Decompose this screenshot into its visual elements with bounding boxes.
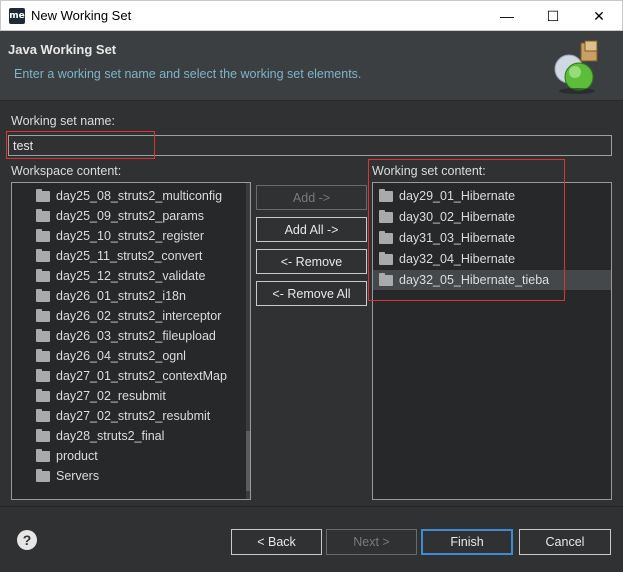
finish-button[interactable]: Finish (421, 529, 513, 555)
folder-icon (36, 328, 50, 342)
window-titlebar: me New Working Set — ☐ ✕ (0, 0, 623, 31)
list-item-label: day25_09_struts2_params (56, 209, 205, 223)
list-item-label: day26_04_struts2_ognl (56, 349, 186, 363)
list-item[interactable]: day25_09_struts2_params (12, 206, 250, 226)
minimize-button[interactable]: — (484, 1, 530, 31)
folder-icon (36, 188, 50, 202)
working-set-name-label: Working set name: (11, 114, 115, 128)
remove-all-button[interactable]: <- Remove All (256, 281, 367, 306)
list-item-label: day26_02_struts2_interceptor (56, 309, 222, 323)
list-item-label: day32_05_Hibernate_tieba (399, 273, 550, 287)
folder-icon (36, 408, 50, 422)
list-item-label: day27_01_struts2_contextMap (56, 369, 227, 383)
list-item-label: day25_12_struts2_validate (56, 269, 206, 283)
workspace-content-label: Workspace content: (11, 164, 122, 178)
list-item[interactable]: day31_03_Hibernate (373, 228, 611, 248)
remove-button[interactable]: <- Remove (256, 249, 367, 274)
working-set-content-label: Working set content: (372, 164, 486, 178)
cancel-button[interactable]: Cancel (519, 529, 611, 555)
list-item-label: day25_10_struts2_register (56, 229, 205, 243)
folder-icon (379, 230, 393, 244)
folder-icon (36, 448, 50, 462)
list-item-label: day31_03_Hibernate (399, 231, 516, 245)
list-item[interactable]: day25_10_struts2_register (12, 226, 250, 246)
list-item[interactable]: day26_01_struts2_i18n (12, 286, 250, 306)
folder-icon (36, 388, 50, 402)
folder-icon (36, 288, 50, 302)
window-title: New Working Set (31, 8, 132, 23)
folder-icon (36, 348, 50, 362)
list-item[interactable]: day26_02_struts2_interceptor (12, 306, 250, 326)
back-button[interactable]: < Back (231, 529, 322, 555)
list-item-label: Servers (56, 469, 100, 483)
folder-icon (36, 428, 50, 442)
folder-icon (36, 228, 50, 242)
list-item-label: day27_02_resubmit (56, 389, 166, 403)
list-item-label: day26_03_struts2_fileupload (56, 329, 216, 343)
list-item-label: day30_02_Hibernate (399, 210, 516, 224)
folder-icon (36, 368, 50, 382)
list-item-label: day26_01_struts2_i18n (56, 289, 186, 303)
list-item-label: day25_08_struts2_multiconfig (56, 189, 223, 203)
add-button[interactable]: Add -> (256, 185, 367, 210)
window-controls: — ☐ ✕ (484, 1, 622, 31)
banner-title: Java Working Set (8, 42, 117, 57)
list-item[interactable]: Servers (12, 466, 250, 486)
folder-icon (36, 468, 50, 482)
folder-icon (36, 208, 50, 222)
list-item[interactable]: day32_04_Hibernate (373, 249, 611, 269)
folder-icon (379, 209, 393, 223)
folder-icon (379, 251, 393, 265)
wizard-banner: Java Working Set Enter a working set nam… (0, 31, 623, 101)
working-set-content-list[interactable]: day29_01_Hibernate day30_02_Hibernate day3… (372, 182, 612, 500)
list-item[interactable]: day27_01_struts2_contextMap (12, 366, 250, 386)
folder-icon (379, 188, 393, 202)
folder-icon (36, 248, 50, 262)
list-item[interactable]: day26_03_struts2_fileupload (12, 326, 250, 346)
close-button[interactable]: ✕ (576, 1, 622, 31)
folder-icon (36, 268, 50, 282)
folder-icon (36, 308, 50, 322)
working-set-graphic-icon (554, 40, 598, 94)
list-item[interactable]: day29_01_Hibernate (373, 186, 611, 206)
list-item[interactable]: day32_05_Hibernate_tieba (373, 270, 611, 290)
app-icon: me (9, 7, 25, 24)
list-item[interactable]: day25_08_struts2_multiconfig (12, 186, 250, 206)
list-item-label: day32_04_Hibernate (399, 252, 516, 266)
list-item[interactable]: day30_02_Hibernate (373, 207, 611, 227)
list-item-label: day27_02_struts2_resubmit (56, 409, 211, 423)
list-item[interactable]: day27_02_struts2_resubmit (12, 406, 250, 426)
help-icon[interactable]: ? (17, 530, 37, 550)
list-item-label: day28_struts2_final (56, 429, 165, 443)
workspace-content-list[interactable]: day25_08_struts2_multiconfig day25_09_str… (11, 182, 251, 500)
list-item[interactable]: day26_04_struts2_ognl (12, 346, 250, 366)
maximize-button[interactable]: ☐ (530, 1, 576, 31)
list-item-label: product (56, 449, 98, 463)
folder-icon (379, 272, 393, 286)
list-item-label: day25_11_struts2_convert (56, 249, 203, 263)
list-item[interactable]: day28_struts2_final (12, 426, 250, 446)
list-item[interactable]: product (12, 446, 250, 466)
next-button[interactable]: Next > (326, 529, 417, 555)
list-item-label: day29_01_Hibernate (399, 189, 516, 203)
working-set-name-input[interactable] (8, 135, 612, 156)
add-all-button[interactable]: Add All -> (256, 217, 367, 242)
list-item[interactable]: day25_12_struts2_validate (12, 266, 250, 286)
banner-description: Enter a working set name and select the … (14, 67, 362, 81)
list-item[interactable]: day27_02_resubmit (12, 386, 250, 406)
list-item[interactable]: day25_11_struts2_convert (12, 246, 250, 266)
